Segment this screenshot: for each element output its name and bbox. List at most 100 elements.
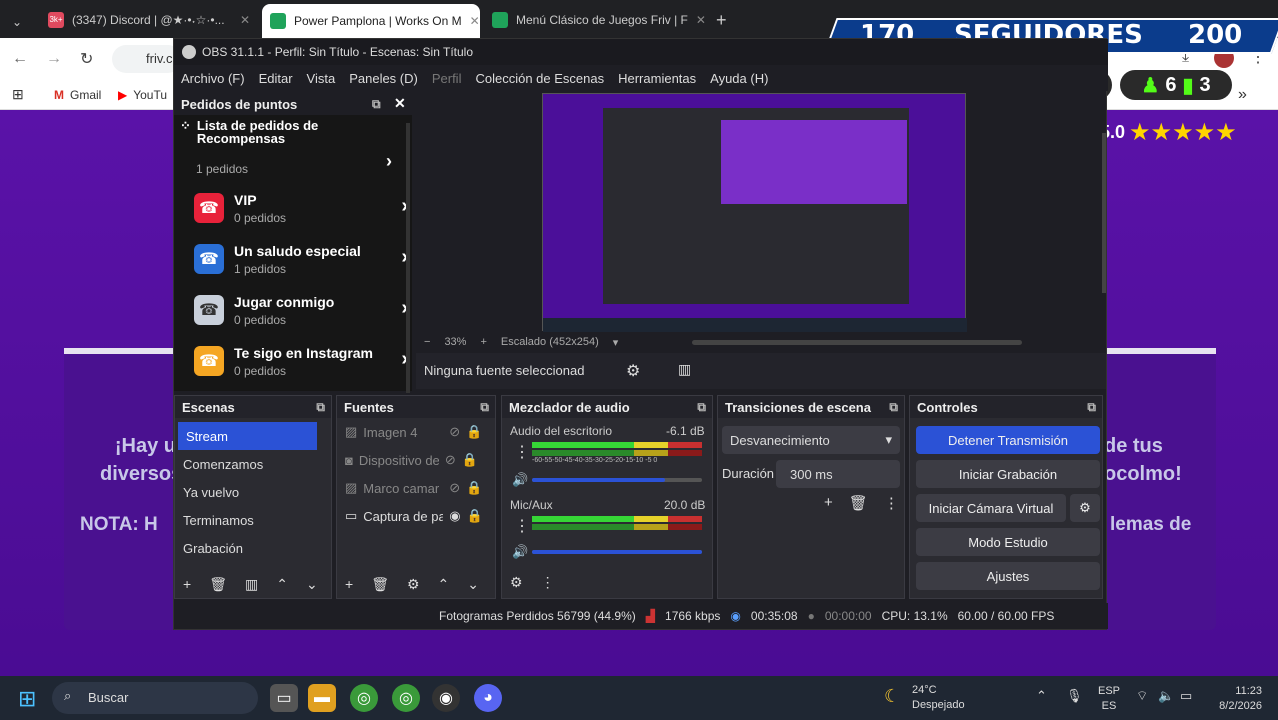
- filters-icon[interactable]: ▥: [678, 361, 691, 378]
- tab-discord[interactable]: 3k+ (3347) Discord | @★·•˖☆·•... ✕: [40, 6, 258, 34]
- close-icon[interactable]: ✕: [394, 95, 406, 112]
- zoom-out-icon[interactable]: −: [424, 336, 430, 348]
- tab-power-pamplona[interactable]: Power Pamplona | Works On M ✕: [262, 4, 480, 38]
- menu-ayuda[interactable]: Ayuda (H): [710, 71, 768, 86]
- menu-vista[interactable]: Vista: [307, 71, 336, 86]
- bookmark-gmail[interactable]: M Gmail: [54, 88, 101, 102]
- arrow-up-icon[interactable]: ⌃: [438, 576, 450, 593]
- float-icon[interactable]: ⧉: [697, 400, 706, 415]
- gear-icon[interactable]: ⚙: [510, 574, 523, 591]
- reward-instagram[interactable]: ☎ Te sigo en Instagram 0 pedidos ›: [194, 336, 408, 386]
- close-icon[interactable]: ✕: [696, 13, 706, 27]
- apps-icon[interactable]: ⊞: [12, 86, 24, 103]
- discord-icon[interactable]: ◕: [474, 684, 502, 712]
- obs-icon[interactable]: ◉: [432, 684, 460, 712]
- float-icon[interactable]: ⧉: [889, 400, 898, 415]
- menu-perfil[interactable]: Perfil: [432, 71, 462, 86]
- menu-editar[interactable]: Editar: [259, 71, 293, 86]
- language-indicator[interactable]: ESP ES: [1098, 684, 1120, 714]
- forward-icon[interactable]: →: [46, 50, 62, 68]
- new-tab-button[interactable]: +: [708, 6, 732, 34]
- arrow-up-icon[interactable]: ⌃: [276, 576, 288, 593]
- scene-item[interactable]: Grabación: [175, 534, 331, 562]
- hidden-eye-icon[interactable]: ⊘: [449, 424, 460, 440]
- zoom-in-icon[interactable]: +: [480, 336, 486, 348]
- trash-icon[interactable]: 🗑: [209, 576, 227, 593]
- lock-icon[interactable]: 🔒: [467, 508, 483, 524]
- menu-archivo[interactable]: Archivo (F): [181, 71, 245, 86]
- float-icon[interactable]: ⧉: [316, 400, 325, 415]
- preview-area[interactable]: [416, 93, 1106, 333]
- add-icon[interactable]: +: [824, 494, 833, 512]
- float-icon[interactable]: ⧉: [372, 97, 381, 112]
- chevron-up-icon[interactable]: ⌃: [1036, 688, 1047, 704]
- windows-start-icon[interactable]: ⊞: [18, 686, 36, 712]
- lock-icon[interactable]: 🔒: [466, 424, 482, 440]
- reward-vip[interactable]: ☎ VIP 0 pedidos ›: [194, 183, 408, 233]
- tab-search-dropdown[interactable]: ⌄: [4, 8, 34, 36]
- scene-item[interactable]: Stream: [178, 422, 317, 450]
- more-icon[interactable]: ⋮: [514, 442, 530, 462]
- scrollbar[interactable]: [406, 123, 410, 393]
- scene-item[interactable]: Comenzamos: [175, 450, 331, 478]
- volume-slider[interactable]: [532, 550, 702, 554]
- source-item[interactable]: ◙ Dispositivo de ⊘ 🔒: [337, 446, 495, 474]
- wifi-icon[interactable]: ⌔: [1136, 688, 1148, 704]
- more-icon[interactable]: ⋮: [514, 516, 530, 536]
- back-icon[interactable]: ←: [12, 50, 28, 68]
- source-item[interactable]: ▨ Imagen 4 ⊘ 🔒: [337, 418, 495, 446]
- scene-item[interactable]: Terminamos: [175, 506, 331, 534]
- float-icon[interactable]: ⧉: [480, 400, 489, 415]
- mic-icon[interactable]: 🎙: [1066, 688, 1083, 704]
- more-icon[interactable]: ⋮: [884, 494, 899, 512]
- menu-coleccion[interactable]: Colección de Escenas: [475, 71, 604, 86]
- lock-icon[interactable]: 🔒: [466, 480, 482, 496]
- float-icon[interactable]: ⧉: [1087, 400, 1096, 415]
- more-bookmarks-icon[interactable]: »: [1238, 86, 1247, 104]
- speaker-icon[interactable]: 🔊: [512, 472, 528, 488]
- volume-icon[interactable]: 🔈: [1158, 688, 1174, 704]
- add-icon[interactable]: +: [183, 576, 191, 592]
- speaker-icon[interactable]: 🔊: [512, 544, 528, 560]
- hidden-eye-icon[interactable]: ⊘: [449, 480, 460, 496]
- start-virtual-camera-button[interactable]: Iniciar Cámara Virtual: [916, 494, 1066, 522]
- chrome-icon[interactable]: ◎: [392, 684, 420, 712]
- close-icon[interactable]: ✕: [470, 14, 480, 28]
- transition-select[interactable]: Desvanecimiento ▾: [722, 426, 900, 454]
- gear-icon[interactable]: ⚙: [407, 576, 420, 593]
- duration-input[interactable]: 300 ms: [776, 460, 900, 488]
- chevron-down-icon[interactable]: ▾: [613, 336, 619, 349]
- eye-icon[interactable]: ◉: [449, 508, 460, 524]
- hidden-eye-icon[interactable]: ⊘: [445, 452, 456, 468]
- taskview-icon[interactable]: ▭: [270, 684, 298, 712]
- arrow-down-icon[interactable]: ⌄: [467, 576, 479, 593]
- trash-icon[interactable]: 🗑: [371, 576, 389, 593]
- settings-button[interactable]: Ajustes: [916, 562, 1100, 590]
- battery-icon[interactable]: ▭: [1180, 688, 1192, 704]
- source-item[interactable]: ▨ Marco camar ⊘ 🔒: [337, 474, 495, 502]
- close-icon[interactable]: ✕: [240, 13, 250, 27]
- studio-mode-button[interactable]: Modo Estudio: [916, 528, 1100, 556]
- chrome-icon[interactable]: ◎: [350, 684, 378, 712]
- bookmark-youtube[interactable]: ▶ YouTu: [118, 88, 167, 102]
- clock[interactable]: 11:23 8/2/2026: [1212, 684, 1262, 714]
- chevron-right-icon[interactable]: ›: [386, 151, 392, 172]
- arrow-down-icon[interactable]: ⌄: [306, 576, 318, 593]
- reward-jugar[interactable]: ☎ Jugar conmigo 0 pedidos ›: [194, 285, 408, 335]
- gear-icon[interactable]: ⚙: [626, 361, 640, 381]
- lock-icon[interactable]: 🔒: [462, 452, 478, 468]
- address-bar[interactable]: friv.c: [112, 45, 182, 73]
- horizontal-scrollbar[interactable]: [692, 339, 1023, 345]
- menu-paneles[interactable]: Paneles (D): [349, 71, 418, 86]
- stop-stream-button[interactable]: Detener Transmisión: [916, 426, 1100, 454]
- start-recording-button[interactable]: Iniciar Grabación: [916, 460, 1100, 488]
- weather[interactable]: 24°C Despejado: [912, 683, 965, 713]
- menu-herramientas[interactable]: Herramientas: [618, 71, 696, 86]
- reload-icon[interactable]: ↻: [80, 49, 93, 69]
- trash-icon[interactable]: 🗑: [849, 494, 868, 512]
- tab-friv[interactable]: Menú Clásico de Juegos Friv | F ✕: [484, 6, 706, 34]
- more-icon[interactable]: ⋮: [541, 574, 555, 591]
- source-item[interactable]: ▭ Captura de pa ◉ 🔒: [337, 502, 495, 530]
- taskbar-search[interactable]: ⌕ Buscar: [52, 682, 258, 714]
- preview-scrollbar[interactable]: [1102, 133, 1106, 293]
